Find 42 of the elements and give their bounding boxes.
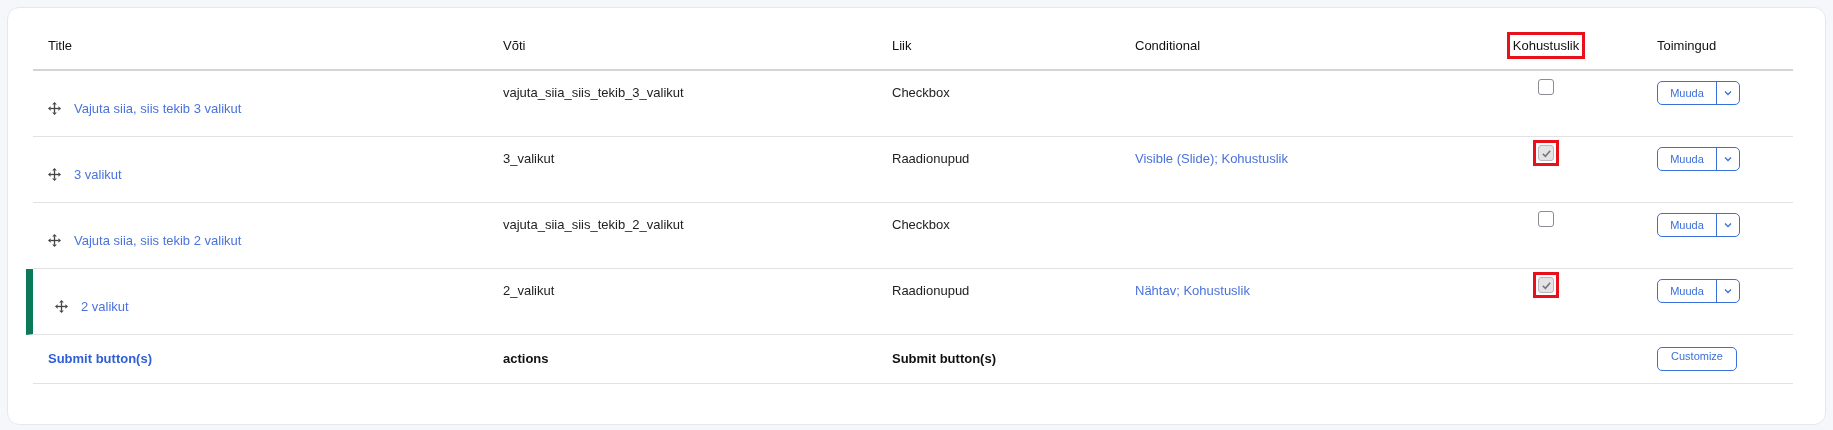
- checkbox[interactable]: [1538, 277, 1554, 293]
- edit-button[interactable]: Muuda: [1657, 147, 1740, 171]
- table-cell: Submit button(s): [892, 351, 996, 367]
- column-header: Title: [48, 37, 73, 53]
- table-cell: vajuta_siia_siis_tekib_2_valikut: [503, 217, 684, 232]
- column-header: Liik: [892, 37, 912, 53]
- edit-button[interactable]: Muuda: [1657, 213, 1740, 237]
- column-header: Toimingud: [1657, 37, 1717, 53]
- column-header: Võti: [503, 37, 526, 53]
- checkbox[interactable]: [1538, 79, 1554, 95]
- conditional-link[interactable]: Visible (Slide); Kohustuslik: [1135, 151, 1288, 166]
- drag-handle-icon[interactable]: [48, 168, 61, 181]
- title-link[interactable]: Vajuta siia, siis tekib 2 valikut: [74, 230, 242, 251]
- customize-button[interactable]: Customize: [1657, 347, 1737, 371]
- conditional-link[interactable]: Nähtav; Kohustuslik: [1135, 283, 1250, 298]
- edit-button[interactable]: Muuda: [1657, 81, 1740, 105]
- column-header: Kohustuslik: [1506, 31, 1586, 60]
- table-cell: actions: [503, 351, 549, 367]
- table-cell: 2_valikut: [503, 283, 555, 298]
- check-icon: [1540, 279, 1552, 291]
- table-cell: Raadionupud: [892, 151, 970, 166]
- table-cell: Checkbox: [892, 217, 950, 232]
- column-header: Conditional: [1135, 37, 1201, 53]
- checkbox[interactable]: [1538, 211, 1554, 227]
- title-link[interactable]: Vajuta siia, siis tekib 3 valikut: [74, 98, 242, 119]
- title-link[interactable]: 2 valikut: [81, 296, 129, 317]
- checkbox[interactable]: [1538, 145, 1554, 161]
- table-cell: Checkbox: [892, 85, 950, 100]
- drag-handle-icon[interactable]: [48, 102, 61, 115]
- drag-handle-icon[interactable]: [48, 234, 61, 247]
- table-cell: Raadionupud: [892, 283, 970, 298]
- check-icon: [1540, 147, 1552, 159]
- submit-link[interactable]: Submit button(s): [48, 351, 152, 367]
- edit-button[interactable]: Muuda: [1657, 279, 1740, 303]
- table-cell: vajuta_siia_siis_tekib_3_valikut: [503, 85, 684, 100]
- table-cell: 3_valikut: [503, 151, 555, 166]
- caret-icon[interactable]: [1723, 154, 1733, 164]
- caret-icon[interactable]: [1723, 88, 1733, 98]
- title-link[interactable]: 3 valikut: [74, 164, 122, 185]
- caret-icon[interactable]: [1723, 286, 1733, 296]
- caret-icon[interactable]: [1723, 220, 1733, 230]
- drag-handle-icon[interactable]: [55, 300, 68, 313]
